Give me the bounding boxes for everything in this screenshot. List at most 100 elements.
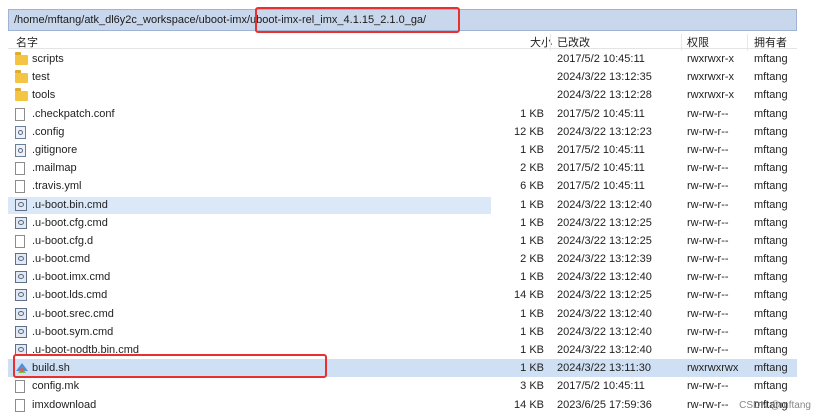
file-date: 2024/3/22 13:12:23 <box>557 125 652 138</box>
file-row[interactable]: .u-boot.cfg.cmd 1 KB 2024/3/22 13:12:25 rw-… <box>8 214 797 232</box>
file-owner: mftang <box>754 107 788 120</box>
file-name: .u-boot.bin.cmd <box>32 198 108 211</box>
file-owner: mftang <box>754 234 788 247</box>
file-date: 2017/5/2 10:45:11 <box>557 380 645 393</box>
file-size: 14 KB <box>514 398 544 411</box>
col-owner-header[interactable]: 拥有者 <box>754 34 787 50</box>
file-owner: mftang <box>754 307 788 320</box>
file-name: .u-boot.cfg.cmd <box>32 216 108 229</box>
file-permissions: rw-rw-r-- <box>687 289 729 302</box>
file-row[interactable]: .u-boot.srec.cmd 1 KB 2024/3/22 13:12:40 rw… <box>8 305 797 323</box>
file-date: 2023/6/25 17:59:36 <box>557 398 652 411</box>
watermark: CSDN @mftang <box>739 400 811 411</box>
file-permissions: rw-rw-r-- <box>687 198 729 211</box>
path-annotation-box <box>255 7 460 33</box>
file-name: .u-boot.cfg.d <box>32 234 94 247</box>
cmd-file-icon <box>15 325 27 338</box>
file-name: scripts <box>32 53 64 65</box>
file-owner: mftang <box>754 216 788 229</box>
file-row[interactable]: .u-boot.imx.cmd 1 KB 2024/3/22 13:12:40 rw-… <box>8 268 797 286</box>
col-perm-header[interactable]: 权限 <box>687 34 709 50</box>
file-permissions: rw-rw-r-- <box>687 271 729 284</box>
file-permissions: rw-rw-r-- <box>687 143 729 156</box>
file-permissions: rw-rw-r-- <box>687 234 729 247</box>
file-row[interactable]: .travis.yml 6 KB 2017/5/2 10:45:11 rw-rw-r-… <box>8 177 797 195</box>
file-date: 2024/3/22 13:12:40 <box>557 307 652 320</box>
yml-file-icon <box>15 180 25 194</box>
file-row[interactable]: .u-boot.sym.cmd 1 KB 2024/3/22 13:12:40 rw-… <box>8 323 797 341</box>
file-row[interactable]: .checkpatch.conf 1 KB 2017/5/2 10:45:11 rw-… <box>8 105 797 123</box>
file-name: .mailmap <box>32 162 77 175</box>
file-permissions: rw-rw-r-- <box>687 380 729 393</box>
file-permissions: rwxrwxr-x <box>687 53 735 65</box>
file-name: .u-boot.cmd <box>32 253 91 266</box>
file-row[interactable]: test 2024/3/22 13:12:35 rwxrwxr-x mftang <box>8 68 797 86</box>
file-row[interactable]: .gitignore 1 KB 2017/5/2 10:45:11 rw-rw-r--… <box>8 141 797 159</box>
file-size: 14 KB <box>514 289 544 302</box>
file-owner: mftang <box>754 180 788 193</box>
file-owner: mftang <box>754 53 788 65</box>
cmd-file-icon <box>15 289 27 302</box>
file-owner: mftang <box>754 71 788 84</box>
col-date-header[interactable]: 已改改 <box>557 34 590 50</box>
col-divider[interactable] <box>681 34 682 51</box>
col-name-header[interactable]: 名字 <box>16 34 38 50</box>
file-size: 1 KB <box>520 234 544 247</box>
file-size: 1 KB <box>520 362 544 375</box>
file-row[interactable]: .config 12 KB 2024/3/22 13:12:23 rw-rw-r-- m… <box>8 123 797 141</box>
col-divider[interactable] <box>550 34 551 51</box>
file-owner: mftang <box>754 362 788 375</box>
file-name: .u-boot.imx.cmd <box>32 271 111 284</box>
file-row[interactable]: .u-boot.cfg.d 1 KB 2024/3/22 13:12:25 rw-rw… <box>8 232 797 250</box>
file-size: 2 KB <box>520 162 544 175</box>
file-row[interactable]: config.mk 3 KB 2017/5/2 10:45:11 rw-rw-r-- m… <box>8 377 797 395</box>
file-row[interactable]: .u-boot.bin.cmd 1 KB 2024/3/22 13:12:40 rw-… <box>8 196 797 214</box>
file-row[interactable]: .u-boot.lds.cmd 14 KB 2024/3/22 13:12:25 rw… <box>8 286 797 304</box>
file-icon <box>15 162 25 176</box>
file-name: test <box>32 71 50 84</box>
file-row[interactable]: .u-boot.cmd 2 KB 2024/3/22 13:12:39 rw-rw-r… <box>8 250 797 268</box>
file-date: 2017/5/2 10:45:11 <box>557 162 645 175</box>
file-permissions: rwxrwxr-x <box>687 71 735 84</box>
cmd-file-icon <box>15 216 27 229</box>
file-row[interactable]: tools 2024/3/22 13:12:28 rwxrwxr-x mftang <box>8 86 797 104</box>
column-header: 名字 大小 已改改 权限 拥有者 <box>8 31 797 51</box>
file-size: 1 KB <box>520 216 544 229</box>
file-date: 2024/3/22 13:12:39 <box>557 253 652 266</box>
file-row[interactable]: .mailmap 2 KB 2017/5/2 10:45:11 rw-rw-r-- mf… <box>8 159 797 177</box>
file-name: .gitignore <box>32 143 78 156</box>
file-name: imxdownload <box>32 398 97 411</box>
file-permissions: rw-rw-r-- <box>687 398 729 411</box>
file-date: 2024/3/22 13:12:40 <box>557 344 652 356</box>
file-size: 12 KB <box>514 125 544 138</box>
file-permissions: rwxrwxr-x <box>687 89 735 102</box>
file-date: 2024/3/22 13:12:25 <box>557 216 652 229</box>
col-size-header[interactable]: 大小 <box>530 34 552 50</box>
file-permissions: rw-rw-r-- <box>687 180 729 193</box>
file-permissions: rw-rw-r-- <box>687 107 729 120</box>
file-date: 2017/5/2 10:45:11 <box>557 143 645 156</box>
config-file-icon <box>15 125 26 139</box>
file-permissions: rw-rw-r-- <box>687 325 729 338</box>
cmd-file-icon <box>15 253 27 266</box>
file-name: .config <box>32 125 65 138</box>
file-name: tools <box>32 89 56 102</box>
file-icon <box>15 234 25 248</box>
file-icon <box>15 398 25 412</box>
file-name: .checkpatch.conf <box>32 107 115 120</box>
file-date: 2024/3/22 13:12:40 <box>557 325 652 338</box>
file-row[interactable]: imxdownload 14 KB 2023/6/25 17:59:36 rw-rw-… <box>8 396 797 414</box>
file-size: 6 KB <box>520 180 544 193</box>
file-size: 1 KB <box>520 325 544 338</box>
file-name: .u-boot.sym.cmd <box>32 325 114 338</box>
file-size: 2 KB <box>520 253 544 266</box>
file-date: 2017/5/2 10:45:11 <box>557 107 645 120</box>
file-owner: mftang <box>754 289 788 302</box>
file-date: 2024/3/22 13:12:35 <box>557 71 652 84</box>
file-owner: mftang <box>754 143 788 156</box>
file-size: 1 KB <box>520 307 544 320</box>
file-row[interactable]: scripts 2017/5/2 10:45:11 rwxrwxr-x mftang <box>8 50 797 68</box>
file-owner: mftang <box>754 271 788 284</box>
col-divider[interactable] <box>747 34 748 51</box>
file-date: 2024/3/22 13:11:30 <box>557 362 651 375</box>
